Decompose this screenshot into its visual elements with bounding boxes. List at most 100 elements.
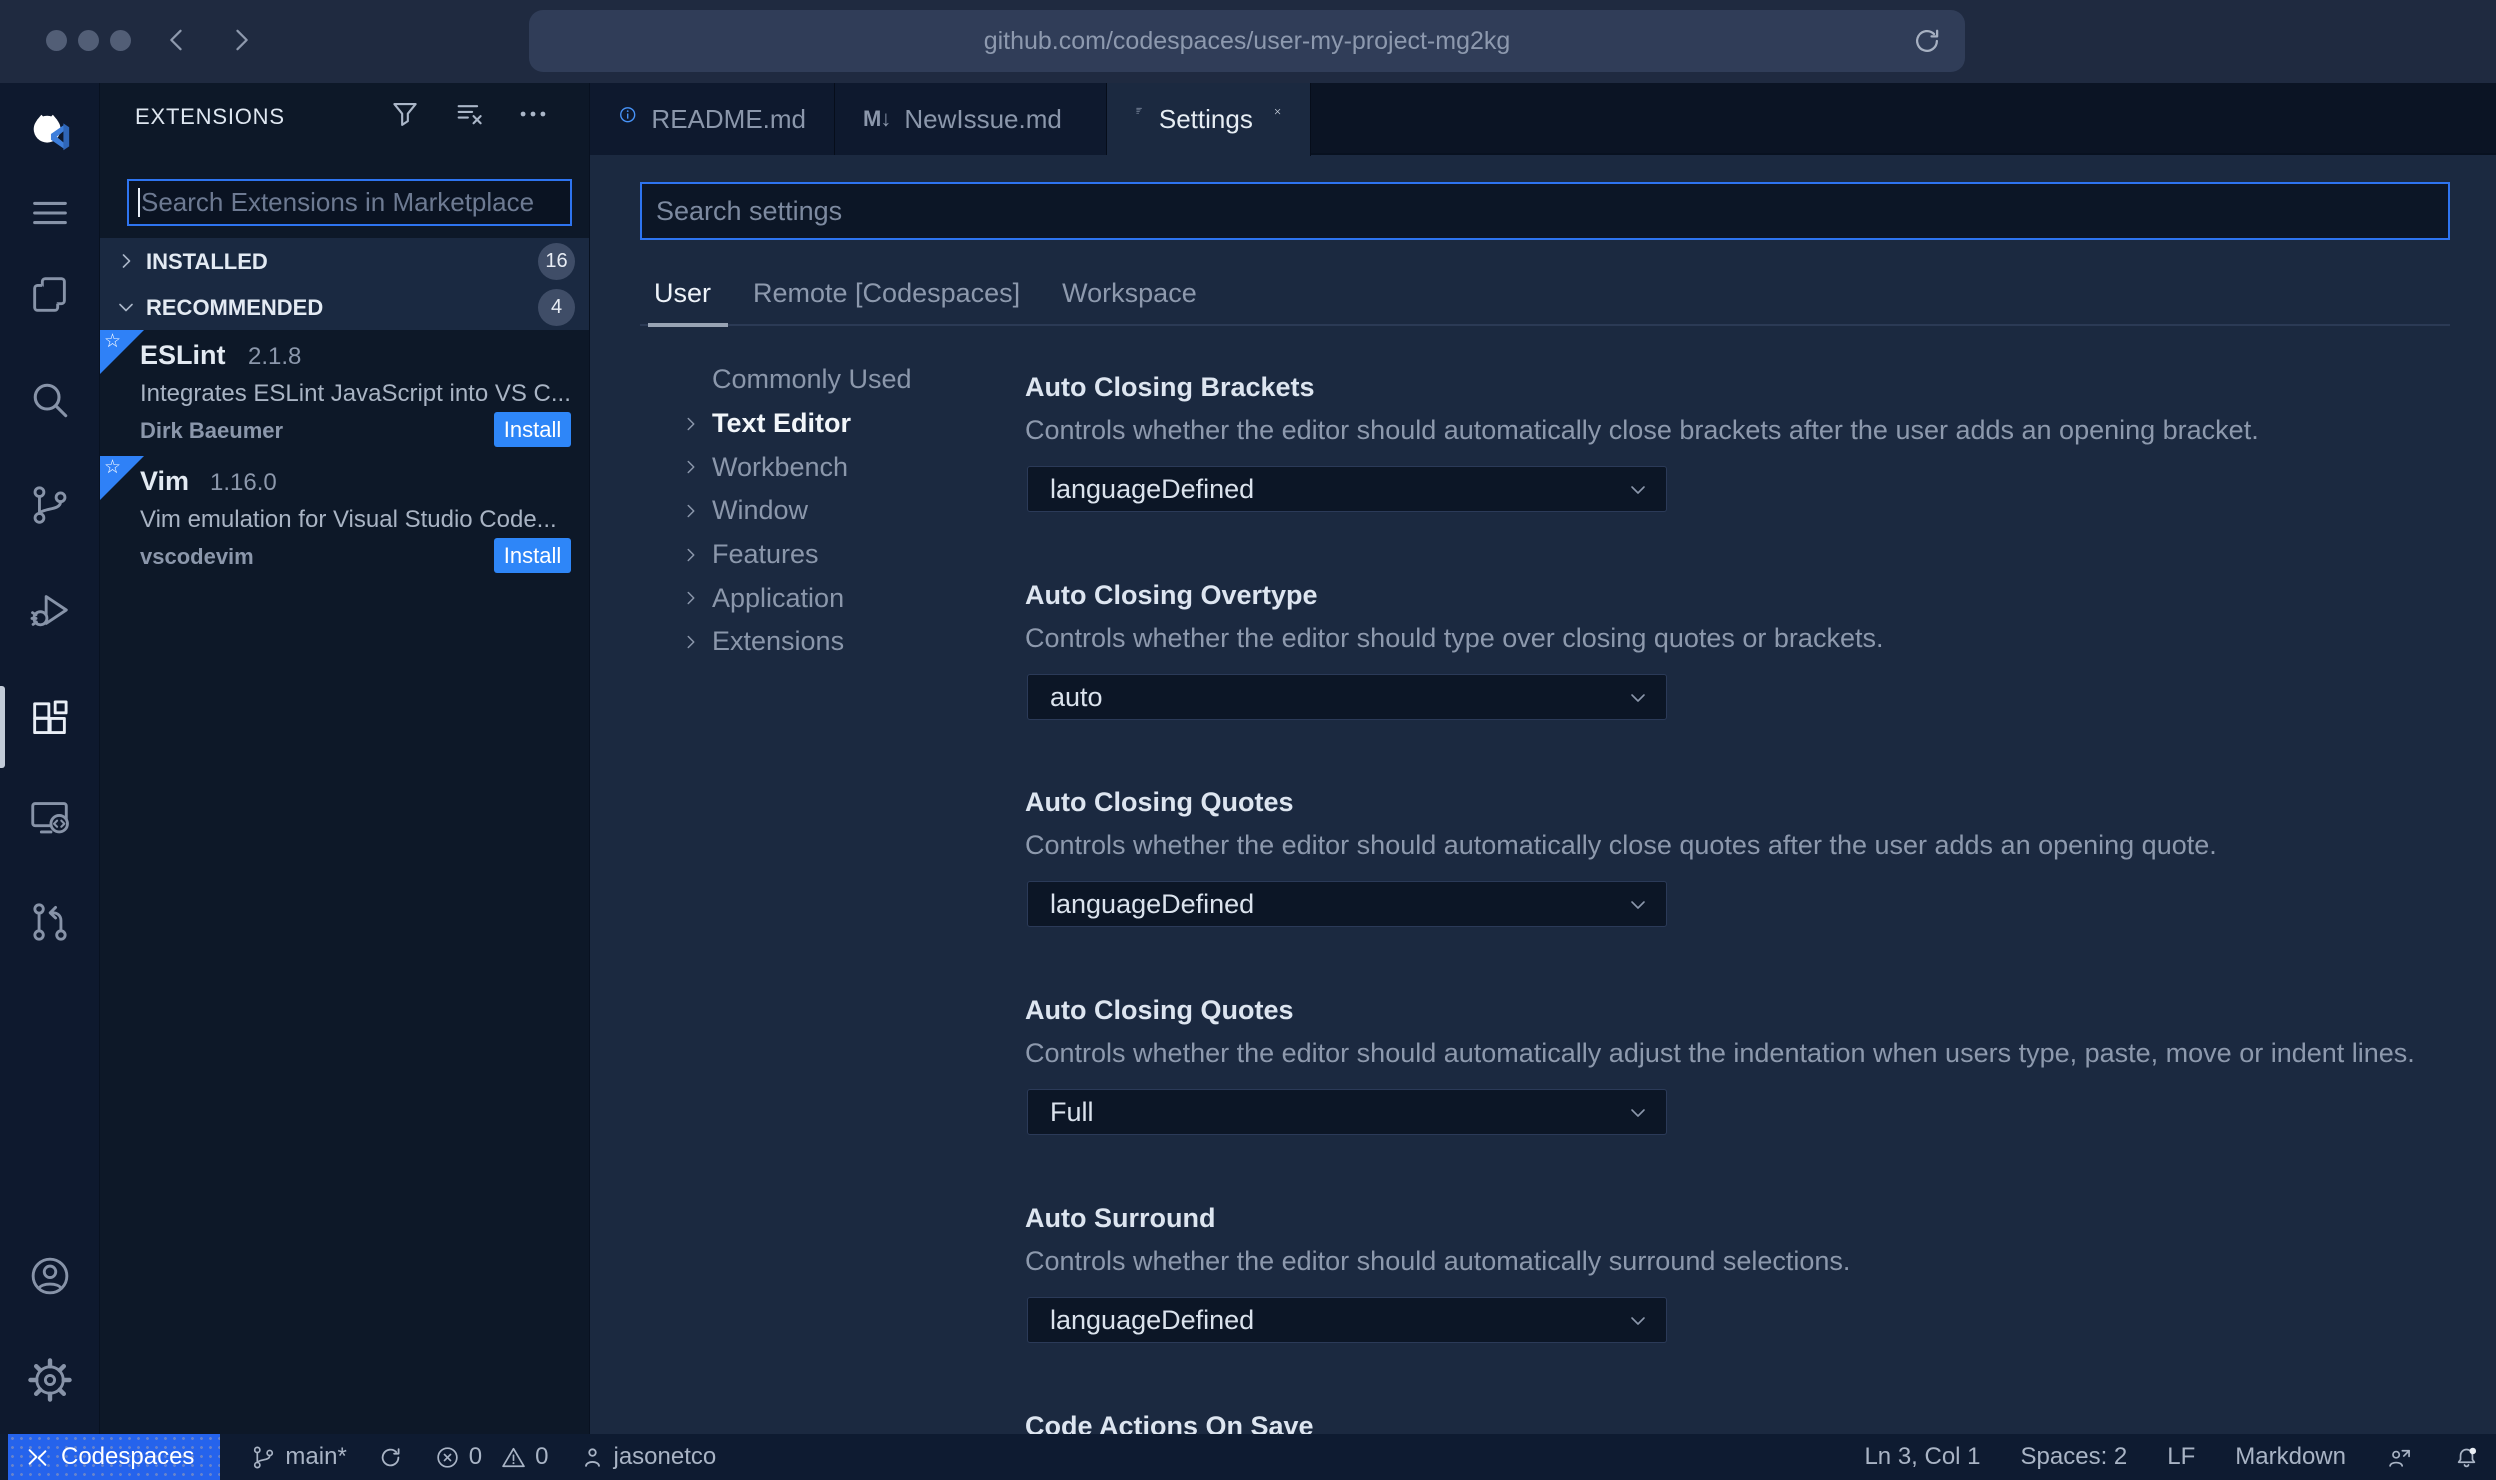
problems-status[interactable]: 0 0: [434, 1443, 549, 1471]
extension-author: Dirk Baeumer: [140, 418, 284, 443]
pull-requests-icon[interactable]: [27, 899, 73, 945]
clear-extensions-icon[interactable]: [453, 97, 487, 131]
user-name: jasonetco: [613, 1443, 717, 1470]
sync-status[interactable]: [377, 1444, 404, 1471]
search-icon[interactable]: [27, 377, 73, 423]
info-icon: [618, 105, 637, 133]
toc-item-text-editor[interactable]: Text Editor: [680, 402, 1010, 446]
tab-label: README.md: [651, 103, 806, 134]
chevron-down-icon: [1626, 1101, 1650, 1125]
setting-title: Auto Closing Quotes: [1025, 995, 1294, 1025]
toc-item-features[interactable]: Features: [680, 533, 1010, 577]
setting-dropdown[interactable]: languageDefined: [1027, 881, 1667, 927]
toc-item-application[interactable]: Application: [680, 576, 1010, 620]
setting-description: Controls whether the editor should autom…: [1025, 415, 2259, 445]
warnings-icon: [500, 1444, 527, 1471]
setting-description: Controls whether the editor should autom…: [1025, 1246, 1851, 1276]
extension-version: 1.16.0: [210, 469, 277, 496]
indentation[interactable]: Spaces: 2: [2021, 1443, 2128, 1471]
menu-icon[interactable]: [27, 190, 73, 236]
setting-description: Controls whether the editor should type …: [1025, 623, 1884, 653]
window-controls[interactable]: [46, 30, 131, 51]
star-icon: ☆: [104, 331, 122, 352]
extension-item-eslint[interactable]: ☆ ESLint 2.1.8 Integrates ESLint JavaScr…: [100, 330, 589, 456]
active-scope-underline: [648, 323, 728, 327]
codespaces-label: Codespaces: [61, 1443, 195, 1470]
cursor-position[interactable]: Ln 3, Col 1: [1864, 1443, 1980, 1471]
reload-icon[interactable]: [1911, 25, 1943, 57]
setting-auto-closing-quotes: Auto Closing Quotes Controls whether the…: [1025, 787, 2496, 927]
section-label: RECOMMENDED: [146, 295, 324, 320]
section-installed[interactable]: INSTALLED 16: [100, 238, 589, 284]
chevron-right-icon: [680, 500, 702, 522]
setting-dropdown[interactable]: Full: [1027, 1089, 1667, 1135]
extensions-search-input[interactable]: [141, 181, 561, 224]
settings-gear-icon[interactable]: [27, 1357, 73, 1403]
extension-item-vim[interactable]: ☆ Vim 1.16.0 Vim emulation for Visual St…: [100, 456, 589, 582]
user-status[interactable]: jasonetco: [579, 1443, 717, 1471]
feedback-icon[interactable]: [2386, 1444, 2413, 1471]
install-button[interactable]: Install: [494, 412, 571, 447]
chevron-down-icon: [1626, 893, 1650, 917]
extension-name: ESLint: [140, 340, 226, 370]
section-recommended[interactable]: RECOMMENDED 4: [100, 284, 589, 330]
tab-readme[interactable]: README.md: [590, 83, 835, 155]
account-icon[interactable]: [27, 1253, 73, 1299]
app-window: github.com/codespaces/user-my-project-mg…: [0, 0, 2496, 1480]
setting-dropdown[interactable]: languageDefined: [1027, 466, 1667, 512]
source-control-icon[interactable]: [27, 482, 73, 528]
browser-forward-icon[interactable]: [224, 23, 258, 57]
toc-item-window[interactable]: Window: [680, 489, 1010, 533]
window-close-button[interactable]: [46, 30, 67, 51]
language-mode[interactable]: Markdown: [2235, 1443, 2346, 1471]
errors-count: 0: [468, 1443, 483, 1470]
extensions-icon[interactable]: [27, 695, 73, 741]
scope-tab-remote[interactable]: Remote [Codespaces]: [753, 278, 1020, 309]
activity-bar: [0, 83, 100, 1434]
extension-description: Integrates ESLint JavaScript into VS C..…: [140, 380, 571, 407]
sidebar-title: EXTENSIONS: [135, 104, 285, 129]
branch-icon: [250, 1444, 277, 1471]
eol-sequence[interactable]: LF: [2167, 1443, 2195, 1471]
toc-item-extensions[interactable]: Extensions: [680, 620, 1010, 664]
toc-item-commonly-used[interactable]: Commonly Used: [680, 358, 1010, 402]
text-caret: [138, 188, 140, 217]
install-button[interactable]: Install: [494, 538, 571, 573]
active-view-indicator: [0, 686, 5, 768]
chevron-right-icon: [680, 631, 702, 653]
notifications-bell-icon[interactable]: [2453, 1444, 2480, 1471]
chevron-right-icon: [114, 249, 138, 273]
filter-icon[interactable]: [388, 97, 422, 131]
window-minimize-button[interactable]: [78, 30, 99, 51]
setting-auto-surround: Auto Surround Controls whether the edito…: [1025, 1203, 2496, 1343]
setting-auto-closing-overtype: Auto Closing Overtype Controls whether t…: [1025, 580, 2496, 720]
extension-author: vscodevim: [140, 544, 254, 569]
star-icon: ☆: [104, 457, 122, 478]
run-debug-icon[interactable]: [27, 587, 73, 633]
toc-item-workbench[interactable]: Workbench: [680, 445, 1010, 489]
browser-chrome: github.com/codespaces/user-my-project-mg…: [0, 0, 2496, 83]
remote-icon: [24, 1444, 51, 1471]
explorer-icon[interactable]: [27, 272, 73, 318]
more-actions-icon[interactable]: [516, 97, 550, 131]
chevron-right-icon: [680, 587, 702, 609]
setting-auto-closing-brackets: Auto Closing Brackets Controls whether t…: [1025, 372, 2496, 512]
sidebar-header: EXTENSIONS: [100, 83, 589, 145]
setting-dropdown[interactable]: languageDefined: [1027, 1297, 1667, 1343]
window-maximize-button[interactable]: [110, 30, 131, 51]
branch-name: main*: [285, 1443, 347, 1470]
remote-explorer-icon[interactable]: [27, 794, 73, 840]
extension-version: 2.1.8: [248, 343, 302, 370]
setting-dropdown[interactable]: auto: [1027, 674, 1667, 720]
settings-list: Auto Closing Brackets Controls whether t…: [1025, 83, 2496, 1441]
extensions-search-box[interactable]: [127, 179, 572, 226]
codespaces-remote-badge[interactable]: Codespaces: [8, 1434, 221, 1480]
address-bar[interactable]: github.com/codespaces/user-my-project-mg…: [529, 10, 1965, 72]
person-icon: [579, 1444, 606, 1471]
browser-back-icon[interactable]: [160, 23, 194, 57]
setting-title: Auto Closing Brackets: [1025, 372, 1315, 402]
section-label: INSTALLED: [146, 249, 268, 274]
installed-count-badge: 16: [538, 243, 575, 280]
branch-status[interactable]: main*: [250, 1443, 347, 1471]
scope-tab-user[interactable]: User: [654, 278, 711, 309]
